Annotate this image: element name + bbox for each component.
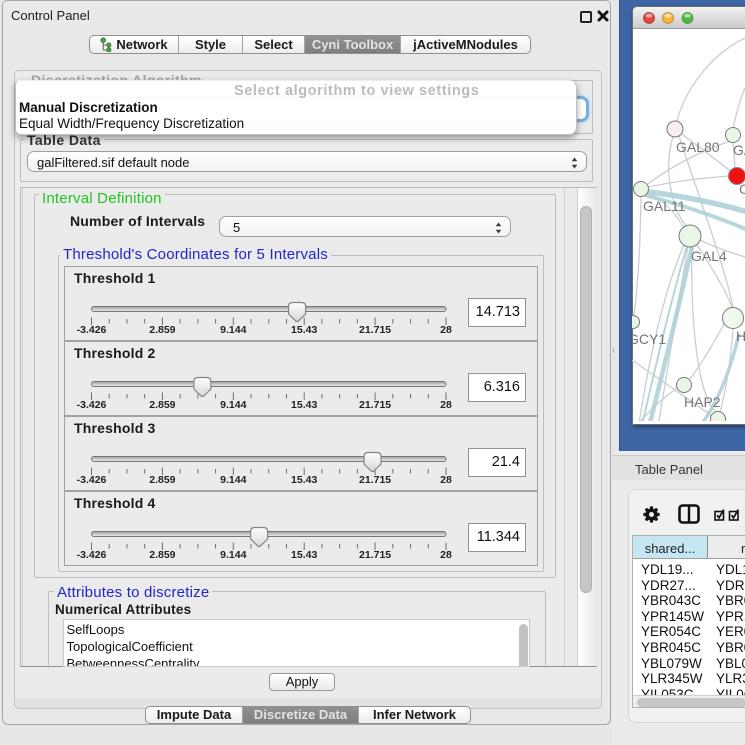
svg-text:28: 28 — [440, 399, 452, 411]
svg-text:21.715: 21.715 — [359, 549, 391, 561]
svg-text:15.43: 15.43 — [291, 474, 317, 486]
svg-text:-3.426: -3.426 — [77, 549, 107, 561]
svg-text:HAP2: HAP2 — [684, 394, 721, 410]
svg-text:15.43: 15.43 — [291, 549, 317, 561]
svg-text:9.144: 9.144 — [220, 324, 246, 336]
svg-text:9.144: 9.144 — [220, 474, 246, 486]
svg-text:9.144: 9.144 — [220, 399, 246, 411]
svg-text:GAL4: GAL4 — [691, 248, 727, 264]
svg-text:15.43: 15.43 — [291, 399, 317, 411]
svg-text:21.715: 21.715 — [359, 474, 391, 486]
svg-text:-3.426: -3.426 — [77, 399, 107, 411]
svg-text:15.43: 15.43 — [291, 324, 317, 336]
svg-text:2.859: 2.859 — [149, 324, 175, 336]
svg-text:28: 28 — [440, 324, 452, 336]
svg-text:2.859: 2.859 — [149, 549, 175, 561]
svg-text:9.144: 9.144 — [220, 549, 246, 561]
svg-text:GA: GA — [733, 142, 745, 158]
svg-text:GCY1: GCY1 — [632, 331, 666, 347]
svg-text:2.859: 2.859 — [149, 474, 175, 486]
svg-text:GAL80: GAL80 — [676, 139, 720, 155]
svg-text:-3.426: -3.426 — [77, 324, 107, 336]
svg-text:H: H — [736, 328, 745, 344]
svg-text:2.859: 2.859 — [149, 399, 175, 411]
svg-text:GAL11: GAL11 — [643, 198, 686, 214]
svg-text:21.715: 21.715 — [359, 324, 391, 336]
svg-text:C: C — [739, 181, 745, 197]
svg-text:-3.426: -3.426 — [77, 474, 107, 486]
svg-text:21.715: 21.715 — [359, 399, 391, 411]
svg-text:28: 28 — [440, 474, 452, 486]
svg-text:28: 28 — [440, 549, 452, 561]
